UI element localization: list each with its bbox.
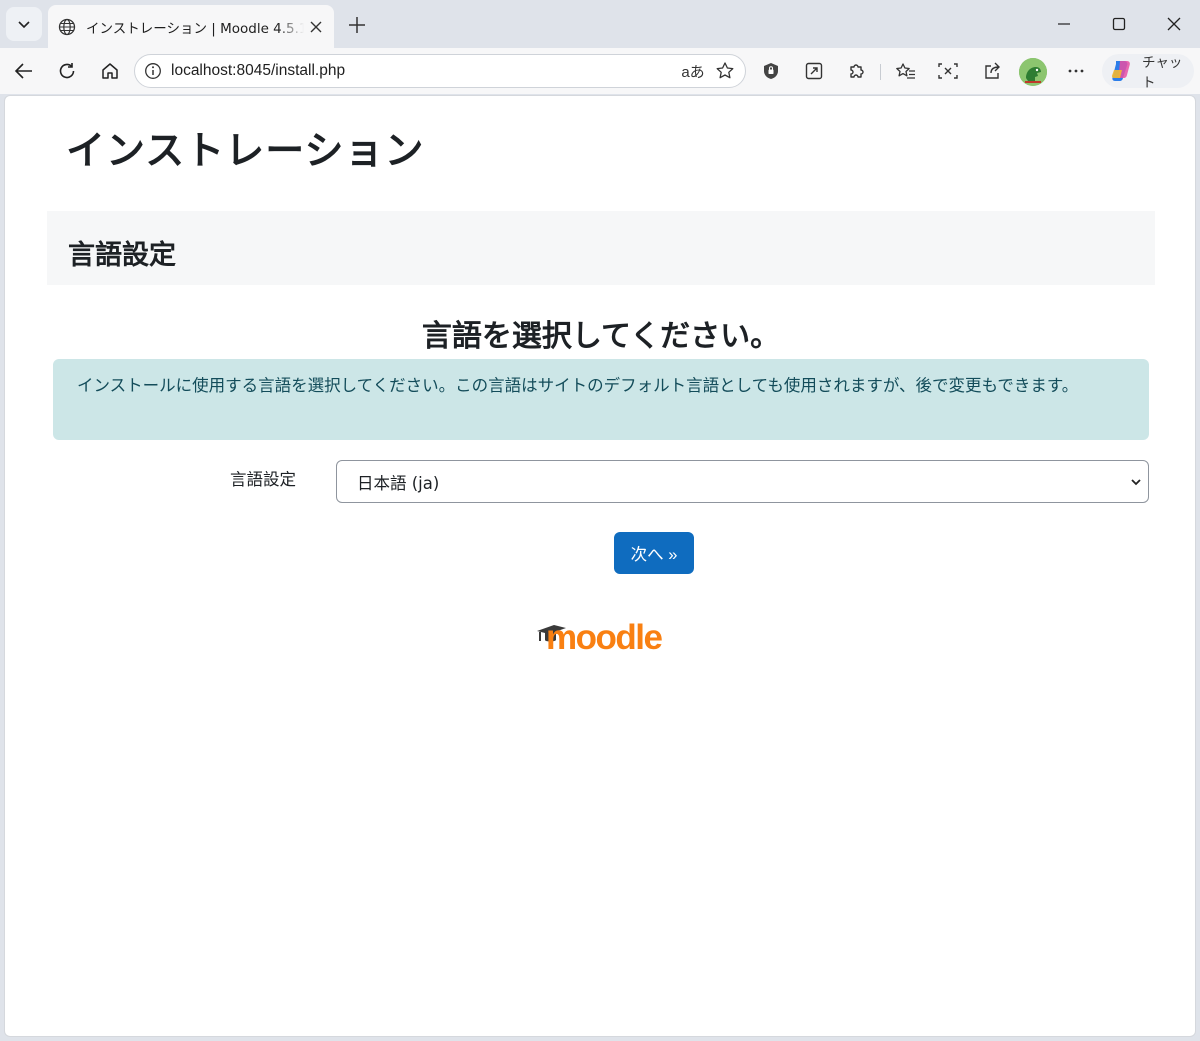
chevron-down-icon [18,21,30,29]
close-tab-icon[interactable] [308,19,324,35]
maximize-icon [1112,17,1126,31]
back-button[interactable] [8,55,40,87]
favorites-button[interactable] [890,55,922,87]
home-button[interactable] [94,55,126,87]
maximize-button[interactable] [1099,8,1139,40]
immersive-reader-button[interactable] [798,55,830,87]
extensions-button[interactable] [841,55,873,87]
back-arrow-icon [14,63,32,79]
moodle-wordmark: moodle [546,618,662,656]
screenshot-icon [938,63,958,79]
dinosaur-avatar-icon [1019,58,1047,86]
share-icon [985,62,1000,79]
language-select[interactable]: 日本語 (ja) [336,460,1149,503]
info-alert: インストールに使用する言語を選択してください。この言語はサイトのデフォルト言語と… [53,359,1149,440]
screenshot-button[interactable] [932,55,964,87]
section-title: 言語設定 [68,240,176,271]
url-text[interactable]: localhost:8045/install.php [171,62,345,80]
copilot-button[interactable]: チャット [1102,54,1194,91]
shield-icon [764,63,778,79]
select-language-heading: 言語を選択してください。 [421,319,781,354]
new-tab-button[interactable] [342,10,372,40]
more-options-button[interactable] [1060,55,1092,87]
minimize-button[interactable] [1044,8,1084,40]
tab-actions-button[interactable] [6,7,42,41]
moodle-logo[interactable]: moodle [534,614,670,656]
ellipsis-icon [1068,69,1084,73]
address-bar-actions: aあ [677,56,741,86]
language-selected-value: 日本語 (ja) [357,473,440,493]
address-bar[interactable]: localhost:8045/install.php aあ [134,54,746,88]
chevron-down-icon [1131,479,1141,486]
tab-title: インストレーション | Moodle 4.5.11 (Bu [86,20,304,37]
page-viewport: インストレーション 言語設定 言語を選択してください。 インストールに使用する言… [4,95,1196,1037]
puzzle-icon [850,64,864,78]
copilot-icon [1111,61,1130,81]
refresh-icon [59,63,75,79]
expand-icon [805,62,823,80]
plus-icon [349,17,365,33]
close-window-button[interactable] [1154,8,1194,40]
browser-toolbar: localhost:8045/install.php aあ チャット [0,48,1200,94]
language-label: 言語設定 [230,470,296,489]
home-icon [102,63,118,79]
translate-icon[interactable]: aあ [677,56,709,86]
profile-avatar[interactable] [1019,58,1047,86]
toolbar-divider [880,64,881,80]
refresh-button[interactable] [51,55,83,87]
copilot-label: チャット [1142,55,1183,91]
tracking-prevention-button[interactable] [755,55,787,87]
favorite-star-icon[interactable] [709,56,741,86]
share-button[interactable] [976,55,1008,87]
next-button[interactable]: 次へ » [614,532,694,574]
favorites-list-icon [896,63,915,79]
section-header: 言語設定 [47,211,1155,285]
tab-strip: インストレーション | Moodle 4.5.11 (Bu [0,0,1200,48]
page-title: インストレーション [66,129,425,174]
globe-icon [58,18,76,35]
close-icon [1167,17,1181,31]
info-icon[interactable] [144,62,162,80]
browser-tab[interactable]: インストレーション | Moodle 4.5.11 (Bu [48,5,334,48]
minimize-icon [1058,23,1070,25]
